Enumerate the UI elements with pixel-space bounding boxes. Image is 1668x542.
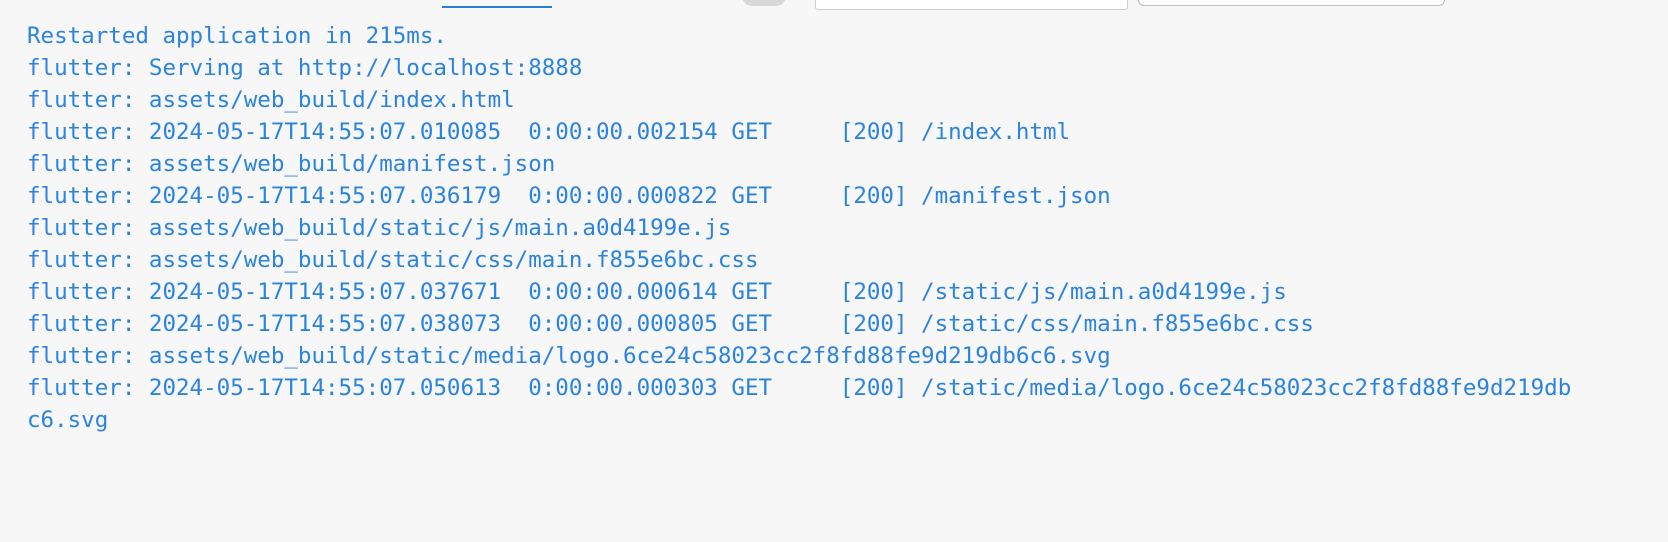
log-line: c6.svg: [27, 407, 109, 433]
log-line: flutter: assets/web_build/index.html: [27, 87, 515, 113]
log-line: flutter: 2024-05-17T14:55:07.036179 0:00…: [27, 183, 1111, 209]
log-line: flutter: assets/web_build/static/css/mai…: [27, 247, 759, 273]
console-output: Restarted application in 215ms. flutter:…: [27, 20, 1668, 436]
debug-console-window: Restarted application in 215ms. flutter:…: [0, 0, 1668, 542]
filter-input[interactable]: [815, 0, 1128, 10]
log-line: flutter: Serving at http://localhost:888…: [27, 55, 583, 81]
log-line: flutter: 2024-05-17T14:55:07.037671 0:00…: [27, 279, 1287, 305]
toggle-switch[interactable]: [742, 0, 786, 6]
log-line: flutter: 2024-05-17T14:55:07.050613 0:00…: [27, 375, 1572, 401]
log-line: flutter: 2024-05-17T14:55:07.038073 0:00…: [27, 311, 1314, 337]
log-line: flutter: 2024-05-17T14:55:07.010085 0:00…: [27, 119, 1071, 145]
log-level-select[interactable]: [1138, 0, 1445, 6]
log-line: flutter: assets/web_build/manifest.json: [27, 151, 556, 177]
log-line: flutter: assets/web_build/static/js/main…: [27, 215, 732, 241]
active-tab-indicator[interactable]: [442, 6, 552, 8]
log-line: flutter: assets/web_build/static/media/l…: [27, 343, 1111, 369]
log-line: Restarted application in 215ms.: [27, 23, 447, 49]
